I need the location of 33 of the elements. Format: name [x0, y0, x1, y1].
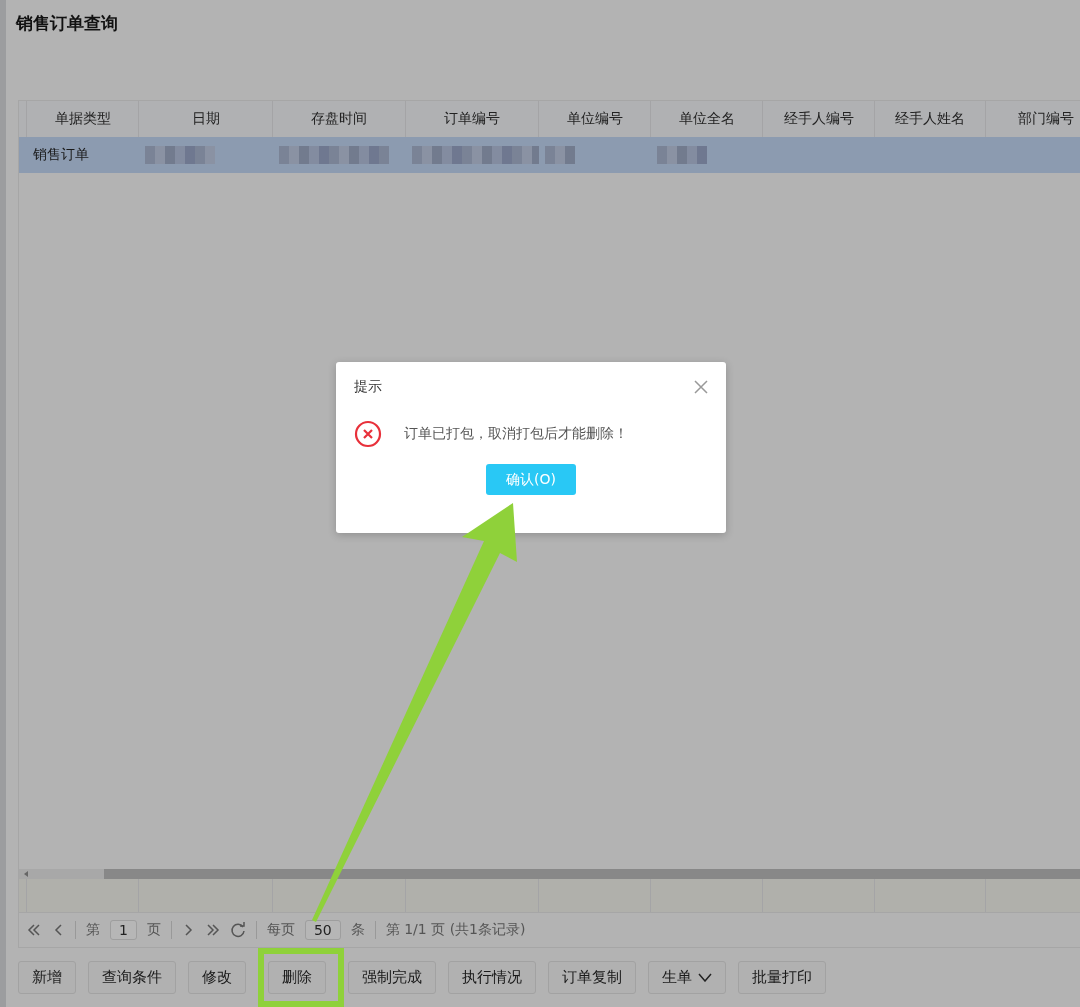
last-page-icon[interactable]	[205, 923, 220, 937]
page-label: 页	[146, 921, 161, 939]
per-page-unit: 条	[350, 921, 365, 939]
per-page-label: 每页	[266, 921, 295, 939]
toolbar-button[interactable]: 新增	[18, 961, 76, 994]
toolbar-button[interactable]: 执行情况	[448, 961, 536, 994]
toolbar-button[interactable]: 修改	[188, 961, 246, 994]
page-label: 第	[86, 921, 100, 939]
table-cell: 销售订单	[33, 146, 89, 164]
left-arrow-icon[interactable]	[23, 871, 29, 877]
toolbar-button[interactable]: 订单复制	[548, 961, 636, 994]
blurred-text-icon	[412, 146, 539, 164]
blurred-text-icon	[657, 146, 707, 164]
blurred-text-icon	[145, 146, 215, 164]
page-number-field[interactable]: 1	[110, 920, 137, 940]
error-icon	[354, 420, 382, 448]
toolbar-button[interactable]: 生单	[648, 961, 726, 994]
blurred-text-icon	[279, 146, 389, 164]
first-page-icon[interactable]	[27, 923, 41, 937]
toolbar-button[interactable]: 查询条件	[88, 961, 176, 994]
table-row[interactable]: 销售订单	[19, 137, 1080, 173]
dialog-title: 提示	[354, 378, 382, 396]
toolbar-button[interactable]: 强制完成	[348, 961, 436, 994]
per-page-field[interactable]: 50	[304, 920, 341, 940]
refresh-icon[interactable]	[229, 922, 246, 938]
toolbar-button[interactable]: 批量打印	[738, 961, 826, 994]
close-icon[interactable]	[694, 380, 708, 394]
page-title: 销售订单查询	[14, 12, 119, 35]
horizontal-scrollbar[interactable]	[19, 869, 1080, 879]
toolbar-button[interactable]: 删除	[268, 961, 326, 994]
blurred-text-icon	[545, 146, 575, 164]
dialog-message: 订单已打包，取消打包后才能删除！	[404, 425, 628, 443]
page-summary: 第 1/1 页 (共1条记录)	[385, 921, 526, 939]
